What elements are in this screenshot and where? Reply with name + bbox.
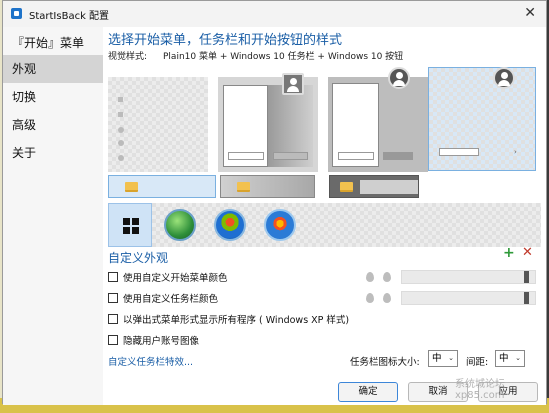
orb-green[interactable] (158, 203, 202, 247)
green-orb-icon (164, 209, 196, 241)
menu-search-box (338, 152, 374, 160)
remove-icon[interactable]: ✕ (522, 245, 533, 260)
color-drop-icon[interactable] (366, 293, 374, 303)
orb-windows7[interactable] (208, 203, 252, 247)
sidebar-item-switching[interactable]: 切换 (3, 83, 103, 111)
checkbox[interactable] (108, 293, 118, 303)
sidebar-item-about[interactable]: 关于 (3, 139, 103, 167)
icon-size-label: 任务栏图标大小: (350, 357, 420, 368)
startisback-app-icon (11, 8, 22, 19)
slider-thumb[interactable] (524, 271, 529, 283)
sidebar: 『开始』菜单 外观 切换 高级 关于 (3, 27, 103, 405)
avatar (282, 73, 304, 95)
sidebar-item-start-menu[interactable]: 『开始』菜单 (3, 29, 103, 57)
orb-vista[interactable] (258, 203, 302, 247)
custom-appearance-title: 自定义外观 (108, 251, 169, 265)
icon-size-select[interactable]: 中 ⌄ (428, 350, 458, 367)
menu-item-icon (118, 127, 124, 133)
menu-style-preview-3[interactable] (328, 67, 428, 172)
start-button-strip (108, 203, 541, 247)
menu-shutdown-box (383, 152, 413, 160)
menu-style-preview-2[interactable] (218, 73, 318, 172)
windows10-logo-icon (123, 218, 139, 234)
titlebar: StartIsBack 配置 ✕ (3, 1, 546, 27)
option-label: 隐藏用户账号图像 (123, 336, 200, 347)
appearance-panel: 选择开始菜单，任务栏和开始按钮的样式 视觉样式: Plain10 菜单 + Wi… (103, 27, 546, 405)
window-title: StartIsBack 配置 (29, 11, 110, 22)
option-xp-style-menu[interactable]: 以弹出式菜单形式显示所有程序 ( Windows XP 样式) (108, 312, 349, 326)
option-custom-menu-color[interactable]: 使用自定义开始菜单颜色 (108, 270, 228, 284)
orb-windows10[interactable] (108, 203, 152, 247)
menu-color-slider[interactable] (401, 270, 536, 284)
folder-icon (237, 182, 250, 192)
avatar (388, 67, 410, 89)
chevron-down-icon: ⌄ (448, 354, 454, 362)
chevron-down-icon: ⌄ (515, 354, 521, 362)
option-label: 以弹出式菜单形式显示所有程序 ( Windows XP 样式) (123, 315, 350, 326)
option-label: 使用自定义任务栏颜色 (123, 294, 219, 305)
power-icon (118, 155, 124, 161)
close-icon[interactable]: ✕ (524, 5, 536, 21)
avatar (493, 67, 515, 89)
option-label: 使用自定义开始菜单颜色 (123, 273, 228, 284)
slider-thumb[interactable] (524, 292, 529, 304)
config-window: StartIsBack 配置 ✕ 『开始』菜单 外观 切换 高级 关于 选择开始… (2, 0, 547, 405)
option-custom-taskbar-color[interactable]: 使用自定义任务栏颜色 (108, 291, 218, 305)
checkbox[interactable] (108, 314, 118, 324)
taskbar-band (360, 180, 418, 194)
taskbar-style-preview-2[interactable] (220, 175, 315, 198)
menu-style-preview-1[interactable] (108, 77, 208, 172)
add-icon[interactable]: + (503, 245, 515, 261)
spacing-select[interactable]: 中 ⌄ (495, 350, 525, 367)
menu-shutdown-box (273, 152, 308, 160)
visual-style-label: 视觉样式: (108, 52, 148, 62)
folder-icon (125, 182, 138, 192)
vista-orb-icon (264, 209, 296, 241)
opacity-drop-icon[interactable] (383, 293, 391, 303)
spacing-value: 中 (499, 353, 509, 364)
option-hide-user-picture[interactable]: 隐藏用户账号图像 (108, 333, 199, 347)
menu-style-preview-4[interactable]: › (428, 67, 536, 171)
visual-style-value: Plain10 菜单 + Windows 10 任务栏 + Windows 10… (163, 52, 404, 62)
watermark: 系统城论坛 xp85.com (455, 379, 505, 401)
menu-item-icon (118, 140, 124, 146)
sidebar-item-appearance[interactable]: 外观 (3, 55, 103, 83)
taskbar-color-slider[interactable] (401, 291, 536, 305)
taskbar-style-preview-1[interactable] (108, 175, 216, 198)
page-title: 选择开始菜单，任务栏和开始按钮的样式 (108, 33, 343, 48)
spacing-label: 间距: (466, 357, 489, 368)
folder-icon (340, 182, 353, 192)
sidebar-item-advanced[interactable]: 高级 (3, 111, 103, 139)
menu-item-icon (118, 112, 123, 117)
taskbar-style-preview-3[interactable] (329, 175, 419, 198)
menu-search-box (228, 152, 264, 160)
windows7-orb-icon (214, 209, 246, 241)
checkbox[interactable] (108, 272, 118, 282)
checkbox[interactable] (108, 335, 118, 345)
color-drop-icon[interactable] (366, 272, 374, 282)
chevron-right-icon: › (514, 148, 517, 156)
opacity-drop-icon[interactable] (383, 272, 391, 282)
menu-item-icon (118, 97, 123, 102)
icon-size-value: 中 (432, 353, 442, 364)
taskbar-effects-link[interactable]: 自定义任务栏特效... (108, 354, 193, 368)
ok-button[interactable]: 确定 (338, 382, 398, 402)
menu-search-box (439, 148, 479, 156)
